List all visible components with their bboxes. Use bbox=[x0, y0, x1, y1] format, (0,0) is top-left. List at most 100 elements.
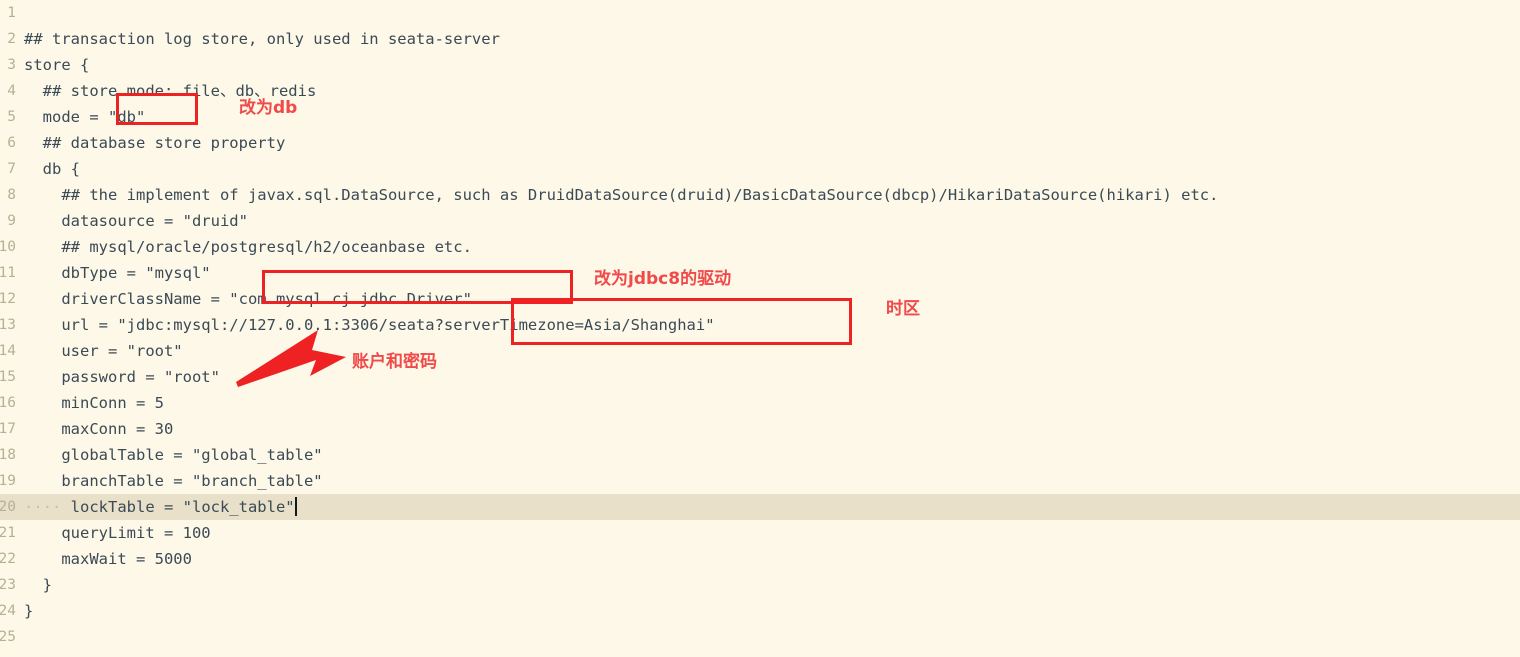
line-number: 11 bbox=[0, 265, 16, 281]
line-number: 5 bbox=[7, 109, 16, 125]
code-line-text: minConn = 5 bbox=[0, 390, 1520, 416]
line-number: 15 bbox=[0, 369, 16, 385]
code-editor-window: 1 2 ## transaction log store, only used in… bbox=[0, 0, 1520, 657]
code-line-text: ## the implement of javax.sql.DataSource… bbox=[0, 182, 1520, 208]
code-text-span: ## database store property bbox=[24, 134, 286, 152]
code-line[interactable]: 5 mode = "db" bbox=[0, 104, 1520, 130]
code-line[interactable]: 17 maxConn = 30 bbox=[0, 416, 1520, 442]
code-line-text: store { bbox=[0, 52, 1520, 78]
line-number: 16 bbox=[0, 395, 16, 411]
code-line[interactable]: 24} bbox=[0, 598, 1520, 624]
code-text-span: branchTable = "branch_table" bbox=[24, 472, 323, 490]
line-number: 1 bbox=[7, 5, 16, 21]
code-line-text: ## store mode: file、db、redis bbox=[0, 78, 1520, 104]
code-line[interactable]: 11 dbType = "mysql" bbox=[0, 260, 1520, 286]
code-line-current[interactable]: 20 ···· lockTable = "lock_table" bbox=[0, 494, 1520, 520]
code-line[interactable]: 15 password = "root" bbox=[0, 364, 1520, 390]
code-line-text: driverClassName = "com.mysql.cj.jdbc.Dri… bbox=[0, 286, 1520, 312]
line-number: 14 bbox=[0, 343, 16, 359]
code-line[interactable]: 23 } bbox=[0, 572, 1520, 598]
code-line-text: globalTable = "global_table" bbox=[0, 442, 1520, 468]
code-text-span: url = "jdbc:mysql://127.0.0.1:3306/seata… bbox=[24, 316, 715, 334]
code-line[interactable]: 22 maxWait = 5000 bbox=[0, 546, 1520, 572]
code-line[interactable]: 14 user = "root" bbox=[0, 338, 1520, 364]
code-line[interactable]: 6 ## database store property bbox=[0, 130, 1520, 156]
code-line-text: mode = "db" bbox=[0, 104, 1520, 130]
code-line[interactable]: 13 url = "jdbc:mysql://127.0.0.1:3306/se… bbox=[0, 312, 1520, 338]
code-text-span: dbType = "mysql" bbox=[24, 264, 211, 282]
code-line-text: ## database store property bbox=[0, 130, 1520, 156]
line-number: 8 bbox=[7, 187, 16, 203]
code-text-span: queryLimit = 100 bbox=[24, 524, 211, 542]
code-text-span: user = "root" bbox=[24, 342, 183, 360]
code-line-text: branchTable = "branch_table" bbox=[0, 468, 1520, 494]
code-line-text: maxConn = 30 bbox=[0, 416, 1520, 442]
line-number: 6 bbox=[7, 135, 16, 151]
code-text-span: minConn = 5 bbox=[24, 394, 164, 412]
code-text-span: driverClassName = "com.mysql.cj.jdbc.Dri… bbox=[24, 290, 472, 308]
line-number: 21 bbox=[0, 525, 16, 541]
code-line-text: ···· lockTable = "lock_table" bbox=[0, 494, 1520, 520]
code-text-span: datasource = "druid" bbox=[24, 212, 248, 230]
code-line-text: maxWait = 5000 bbox=[0, 546, 1520, 572]
text-caret bbox=[294, 497, 297, 516]
line-number: 9 bbox=[7, 213, 16, 229]
code-text-span: ## store mode: file、db、redis bbox=[24, 82, 317, 100]
code-text-span: ## mysql/oracle/postgresql/h2/oceanbase … bbox=[24, 238, 472, 256]
line-number: 19 bbox=[0, 473, 16, 489]
code-line[interactable]: 21 queryLimit = 100 bbox=[0, 520, 1520, 546]
code-line[interactable]: 12 driverClassName = "com.mysql.cj.jdbc.… bbox=[0, 286, 1520, 312]
code-text-span: } bbox=[24, 602, 34, 620]
code-line-text: queryLimit = 100 bbox=[0, 520, 1520, 546]
line-number: 20 bbox=[0, 499, 16, 515]
code-text-span: ## transaction log store, only used in s… bbox=[24, 30, 500, 48]
code-line-text: ## mysql/oracle/postgresql/h2/oceanbase … bbox=[0, 234, 1520, 260]
code-line-text: url = "jdbc:mysql://127.0.0.1:3306/seata… bbox=[0, 312, 1520, 338]
code-line[interactable]: 10 ## mysql/oracle/postgresql/h2/oceanba… bbox=[0, 234, 1520, 260]
code-line-text: } bbox=[0, 572, 1520, 598]
code-line[interactable]: 19 branchTable = "branch_table" bbox=[0, 468, 1520, 494]
code-text-span: db { bbox=[24, 160, 80, 178]
line-number: 4 bbox=[7, 83, 16, 99]
code-text-span: password = "root" bbox=[24, 368, 220, 386]
line-number: 23 bbox=[0, 577, 16, 593]
code-text-span: maxWait = 5000 bbox=[24, 550, 192, 568]
code-line-text: password = "root" bbox=[0, 364, 1520, 390]
line-number: 12 bbox=[0, 291, 16, 307]
code-text-span: store { bbox=[24, 56, 90, 74]
code-line[interactable]: 4 ## store mode: file、db、redis bbox=[0, 78, 1520, 104]
code-line-text: db { bbox=[0, 156, 1520, 182]
code-line[interactable]: 7 db { bbox=[0, 156, 1520, 182]
code-line-text: dbType = "mysql" bbox=[0, 260, 1520, 286]
code-text-span: ## the implement of javax.sql.DataSource… bbox=[24, 186, 1219, 204]
line-number: 13 bbox=[0, 317, 16, 333]
code-line[interactable]: 9 datasource = "druid" bbox=[0, 208, 1520, 234]
line-number: 18 bbox=[0, 447, 16, 463]
code-line[interactable]: 1 bbox=[0, 0, 1520, 26]
code-text-span: globalTable = "global_table" bbox=[24, 446, 323, 464]
line-number: 10 bbox=[0, 239, 16, 255]
line-number: 24 bbox=[0, 603, 16, 619]
line-number: 2 bbox=[7, 31, 16, 47]
code-line[interactable]: 3 store { bbox=[0, 52, 1520, 78]
code-text-span: lockTable = "lock_table" bbox=[70, 498, 295, 516]
code-line[interactable]: 8 ## the implement of javax.sql.DataSour… bbox=[0, 182, 1520, 208]
code-lines-container[interactable]: 1 2 ## transaction log store, only used in… bbox=[0, 0, 1520, 657]
line-number: 3 bbox=[7, 57, 16, 73]
line-number: 7 bbox=[7, 161, 16, 177]
code-line[interactable]: 16 minConn = 5 bbox=[0, 390, 1520, 416]
code-text-span: } bbox=[24, 576, 52, 594]
code-text-span: maxConn = 30 bbox=[24, 420, 174, 438]
line-number: 17 bbox=[0, 421, 16, 437]
whitespace-dots: ···· bbox=[24, 498, 71, 516]
code-line-text: } bbox=[0, 598, 1520, 624]
line-number: 25 bbox=[0, 629, 16, 645]
code-line[interactable]: 2 ## transaction log store, only used in … bbox=[0, 26, 1520, 52]
code-line-text: user = "root" bbox=[0, 338, 1520, 364]
code-line[interactable]: 18 globalTable = "global_table" bbox=[0, 442, 1520, 468]
line-number: 22 bbox=[0, 551, 16, 567]
code-line[interactable]: 25 bbox=[0, 624, 1520, 650]
code-line-text: datasource = "druid" bbox=[0, 208, 1520, 234]
code-line-text: ## transaction log store, only used in s… bbox=[0, 26, 1520, 52]
code-text-span: mode = "db" bbox=[24, 108, 146, 126]
